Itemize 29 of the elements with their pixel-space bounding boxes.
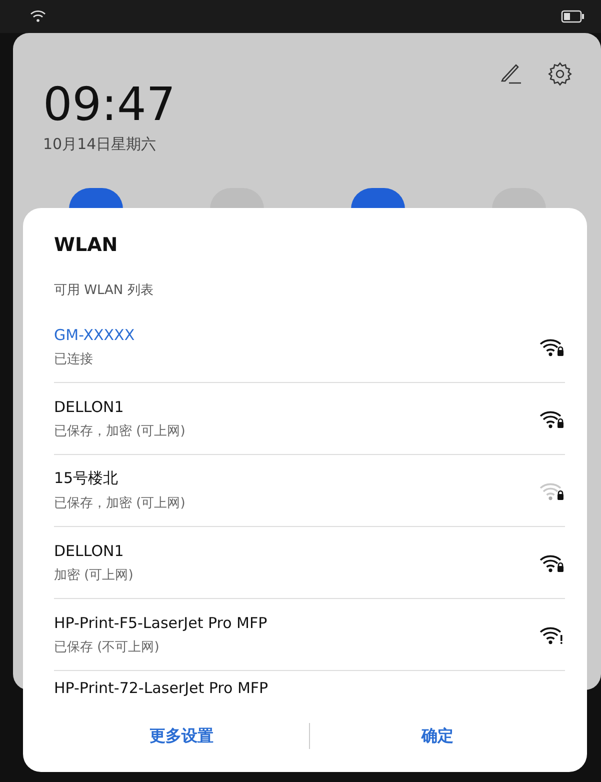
- network-name[interactable]: HP-Print-72-LaserJet Pro MFP: [54, 679, 268, 697]
- network-name[interactable]: GM-XXXXX: [54, 326, 135, 344]
- network-status: 已保存 (不可上网): [54, 638, 160, 656]
- network-status: 已保存，加密 (可上网): [54, 495, 186, 512]
- wifi-lock-icon: [539, 408, 565, 428]
- network-name[interactable]: DELLON1: [54, 398, 124, 416]
- toggle-button[interactable]: [492, 188, 546, 209]
- wifi-lock-icon: [539, 480, 565, 500]
- date-text: 10月14日星期六: [43, 135, 156, 154]
- wifi-lock-icon: [539, 552, 565, 572]
- more-settings-button[interactable]: 更多设置: [54, 718, 309, 754]
- section-subtitle: 可用 WLAN 列表: [54, 282, 154, 299]
- battery-icon: [561, 10, 585, 23]
- settings-icon[interactable]: [547, 61, 573, 87]
- network-name[interactable]: 15号楼北: [54, 469, 118, 488]
- network-name[interactable]: HP-Print-F5-LaserJet Pro MFP: [54, 614, 268, 632]
- toggle-button[interactable]: [69, 188, 123, 209]
- clock-time: 09:47: [43, 81, 176, 127]
- confirm-button[interactable]: 确定: [310, 718, 565, 754]
- dialog-title: WLAN: [54, 234, 119, 256]
- network-status: 已保存，加密 (可上网): [54, 422, 186, 440]
- network-status: 已连接: [54, 350, 93, 368]
- toggle-button[interactable]: [210, 188, 264, 209]
- toggle-button[interactable]: [351, 188, 405, 209]
- wifi-icon: [30, 10, 46, 23]
- wifi-alert-icon: [539, 624, 565, 644]
- network-status: 加密 (可上网): [54, 566, 134, 584]
- network-name[interactable]: DELLON1: [54, 542, 124, 560]
- wifi-lock-icon: [539, 336, 565, 356]
